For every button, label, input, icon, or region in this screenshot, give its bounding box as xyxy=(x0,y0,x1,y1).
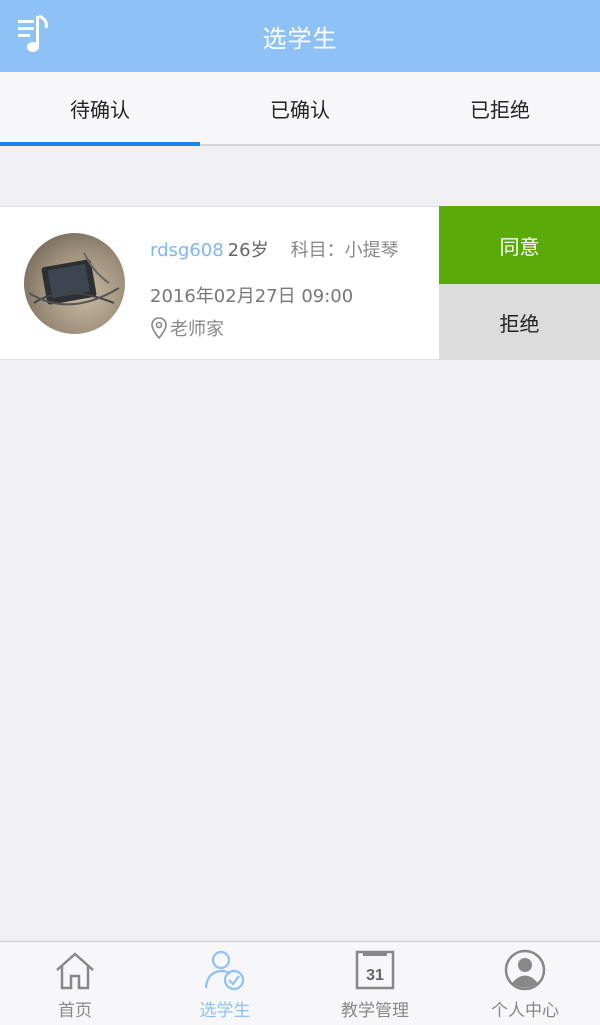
nav-teaching-management-label: 教学管理 xyxy=(341,1001,409,1021)
location-text: 老师家 xyxy=(170,319,224,340)
nav-select-student[interactable]: 选学生 xyxy=(150,942,300,1025)
nav-profile[interactable]: 个人中心 xyxy=(450,942,600,1025)
music-list-icon[interactable] xyxy=(16,14,52,56)
reject-button[interactable]: 拒绝 xyxy=(439,284,600,360)
calendar-day-text: 31 xyxy=(366,967,384,984)
location-pin-icon xyxy=(151,317,167,339)
lesson-datetime: 2016年02月27日 09:00 xyxy=(150,286,354,307)
status-tabs: 待确认 已确认 已拒绝 xyxy=(0,72,600,146)
avatar xyxy=(24,233,125,334)
nav-home-label: 首页 xyxy=(58,1001,92,1021)
nav-select-student-label: 选学生 xyxy=(199,1001,251,1021)
request-summary: rdsg608 26岁 科目：小提琴 xyxy=(150,236,399,262)
student-username[interactable]: rdsg608 xyxy=(150,240,224,261)
calendar-icon: 31 xyxy=(355,950,395,990)
tab-pending[interactable]: 待确认 xyxy=(0,72,200,146)
nav-home[interactable]: 首页 xyxy=(0,942,150,1025)
student-age: 26岁 xyxy=(227,240,269,261)
home-icon xyxy=(56,952,94,990)
select-student-icon xyxy=(204,950,245,991)
lesson-location: 老师家 xyxy=(150,315,224,341)
nav-teaching-management[interactable]: 31 教学管理 xyxy=(300,942,450,1025)
nav-profile-label: 个人中心 xyxy=(491,1001,559,1021)
user-icon xyxy=(504,949,546,991)
agree-button[interactable]: 同意 xyxy=(439,206,600,284)
lesson-subject: 科目：小提琴 xyxy=(290,240,399,261)
bottom-nav: 首页 选学生 31 教学管理 个人中心 xyxy=(0,941,600,1025)
tab-rejected[interactable]: 已拒绝 xyxy=(400,72,600,144)
page-title: 选学生 xyxy=(262,24,338,53)
tab-confirmed[interactable]: 已确认 xyxy=(200,72,400,144)
app-header: 选学生 xyxy=(0,0,600,72)
